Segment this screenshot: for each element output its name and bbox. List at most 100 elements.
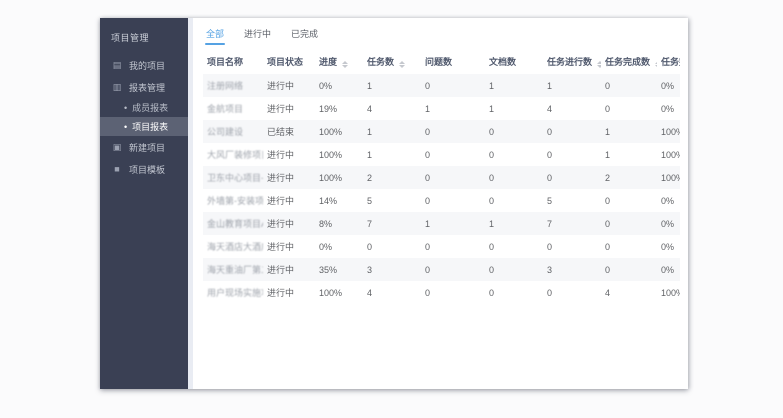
bullet-icon: • (124, 103, 127, 113)
completed-cell: 0 (601, 212, 657, 235)
sidebar-item-project-reports[interactable]: • 项目报表 (100, 117, 188, 136)
sidebar-item-my-projects[interactable]: ▤ 我的项目 (100, 54, 188, 76)
tab-all[interactable]: 全部 (206, 27, 224, 45)
docs-cell: 0 (485, 143, 543, 166)
bullet-icon: • (124, 122, 127, 132)
project-name-cell[interactable]: 卫东中心项目-全... (203, 166, 263, 189)
in-progress-cell: 0 (543, 235, 601, 258)
tasks-cell: 1 (363, 120, 421, 143)
sidebar-item-label: 成员报表 (132, 101, 168, 114)
project-name-cell[interactable]: 注册网络 (203, 74, 263, 97)
sort-icon[interactable] (342, 61, 348, 68)
completed-cell: 0 (601, 235, 657, 258)
col-header-tasks-in-progress[interactable]: 任务进行数 (543, 49, 601, 74)
report-management-icon: ▥ (111, 82, 123, 93)
progress-cell: 100% (315, 143, 363, 166)
completion-rate-cell: 100% (657, 166, 680, 189)
in-progress-cell: 0 (543, 120, 601, 143)
tab-completed[interactable]: 已完成 (291, 27, 318, 45)
in-progress-cell: 4 (543, 97, 601, 120)
completion-rate-cell: 0% (657, 212, 680, 235)
completed-cell: 0 (601, 97, 657, 120)
completion-rate-cell: 100% (657, 143, 680, 166)
status-cell: 进行中 (263, 74, 315, 97)
col-header-task-count[interactable]: 任务数 (363, 49, 421, 74)
sidebar-item-new-project[interactable]: ▣ 新建项目 (100, 136, 188, 158)
docs-cell: 0 (485, 235, 543, 258)
project-name-cell[interactable]: 金航项目 (203, 97, 263, 120)
project-name-cell[interactable]: 海天重油厂第二... (203, 258, 263, 281)
progress-cell: 35% (315, 258, 363, 281)
table-row[interactable]: 大风厂装修项目 进行中 100% 1 0 0 0 1 100% (203, 143, 680, 166)
tasks-cell: 5 (363, 189, 421, 212)
project-name-cell[interactable]: 用户现场实施项... (203, 281, 263, 304)
col-header-project-status: 项目状态 (263, 49, 315, 74)
my-projects-icon: ▤ (111, 60, 123, 71)
progress-cell: 100% (315, 166, 363, 189)
sidebar-item-member-reports[interactable]: • 成员报表 (100, 98, 188, 117)
tab-bar: 全部 进行中 已完成 (203, 27, 680, 45)
in-progress-cell: 0 (543, 143, 601, 166)
completion-rate-cell: 0% (657, 258, 680, 281)
table-row[interactable]: 外墙第-安装项... 进行中 14% 5 0 0 5 0 0% (203, 189, 680, 212)
completed-cell: 0 (601, 189, 657, 212)
table-row[interactable]: 海天酒店大酒店... 进行中 0% 0 0 0 0 0 0% (203, 235, 680, 258)
completed-cell: 2 (601, 166, 657, 189)
table-row[interactable]: 卫东中心项目-全... 进行中 100% 2 0 0 0 2 100% (203, 166, 680, 189)
docs-cell: 1 (485, 74, 543, 97)
table-row[interactable]: 金航项目 进行中 19% 4 1 1 4 0 0% (203, 97, 680, 120)
docs-cell: 1 (485, 97, 543, 120)
issues-cell: 0 (421, 143, 485, 166)
issues-cell: 0 (421, 166, 485, 189)
docs-cell: 0 (485, 258, 543, 281)
issues-cell: 0 (421, 74, 485, 97)
in-progress-cell: 7 (543, 212, 601, 235)
status-cell: 进行中 (263, 97, 315, 120)
tasks-cell: 3 (363, 258, 421, 281)
progress-cell: 14% (315, 189, 363, 212)
progress-cell: 0% (315, 74, 363, 97)
issues-cell: 1 (421, 212, 485, 235)
project-name-cell[interactable]: 金山教育项目A... (203, 212, 263, 235)
project-name-cell[interactable]: 外墙第-安装项... (203, 189, 263, 212)
progress-cell: 100% (315, 120, 363, 143)
issues-cell: 0 (421, 281, 485, 304)
tasks-cell: 4 (363, 97, 421, 120)
table-row[interactable]: 公司建设 已结束 100% 1 0 0 0 1 100% (203, 120, 680, 143)
progress-cell: 100% (315, 281, 363, 304)
sidebar-item-report-management[interactable]: ▥ 报表管理 (100, 76, 188, 98)
project-name-cell[interactable]: 海天酒店大酒店... (203, 235, 263, 258)
sidebar-item-label: 我的项目 (129, 59, 165, 72)
completion-rate-cell: 0% (657, 74, 680, 97)
table-row[interactable]: 注册网络 进行中 0% 1 0 1 1 0 0% (203, 74, 680, 97)
sidebar-item-label: 项目模板 (129, 163, 165, 176)
completed-cell: 1 (601, 143, 657, 166)
in-progress-cell: 3 (543, 258, 601, 281)
in-progress-cell: 0 (543, 166, 601, 189)
project-name-cell[interactable]: 大风厂装修项目 (203, 143, 263, 166)
progress-cell: 19% (315, 97, 363, 120)
status-cell: 进行中 (263, 166, 315, 189)
table-row[interactable]: 用户现场实施项... 进行中 100% 4 0 0 0 4 100% (203, 281, 680, 304)
tab-in-progress[interactable]: 进行中 (244, 27, 271, 45)
table-row[interactable]: 海天重油厂第二... 进行中 35% 3 0 0 3 0 0% (203, 258, 680, 281)
sort-icon[interactable] (655, 61, 657, 68)
project-name-cell[interactable]: 公司建设 (203, 120, 263, 143)
issues-cell: 0 (421, 120, 485, 143)
col-header-tasks-completed[interactable]: 任务完成数 (601, 49, 657, 74)
sort-icon[interactable] (399, 61, 405, 68)
col-header-progress[interactable]: 进度 (315, 49, 363, 74)
completion-rate-cell: 0% (657, 235, 680, 258)
docs-cell: 0 (485, 120, 543, 143)
sidebar-item-label: 项目报表 (132, 120, 168, 133)
completed-cell: 4 (601, 281, 657, 304)
project-template-icon: ■ (111, 164, 123, 174)
table-row[interactable]: 金山教育项目A... 进行中 8% 7 1 1 7 0 0% (203, 212, 680, 235)
app-window: 项目管理 ▤ 我的项目 ▥ 报表管理 • 成员报表 • 项目报表 ▣ 新建项目 … (100, 18, 688, 389)
status-cell: 已结束 (263, 120, 315, 143)
sidebar-item-project-template[interactable]: ■ 项目模板 (100, 158, 188, 180)
issues-cell: 0 (421, 189, 485, 212)
sort-icon[interactable] (597, 61, 601, 68)
status-cell: 进行中 (263, 235, 315, 258)
tasks-cell: 1 (363, 143, 421, 166)
